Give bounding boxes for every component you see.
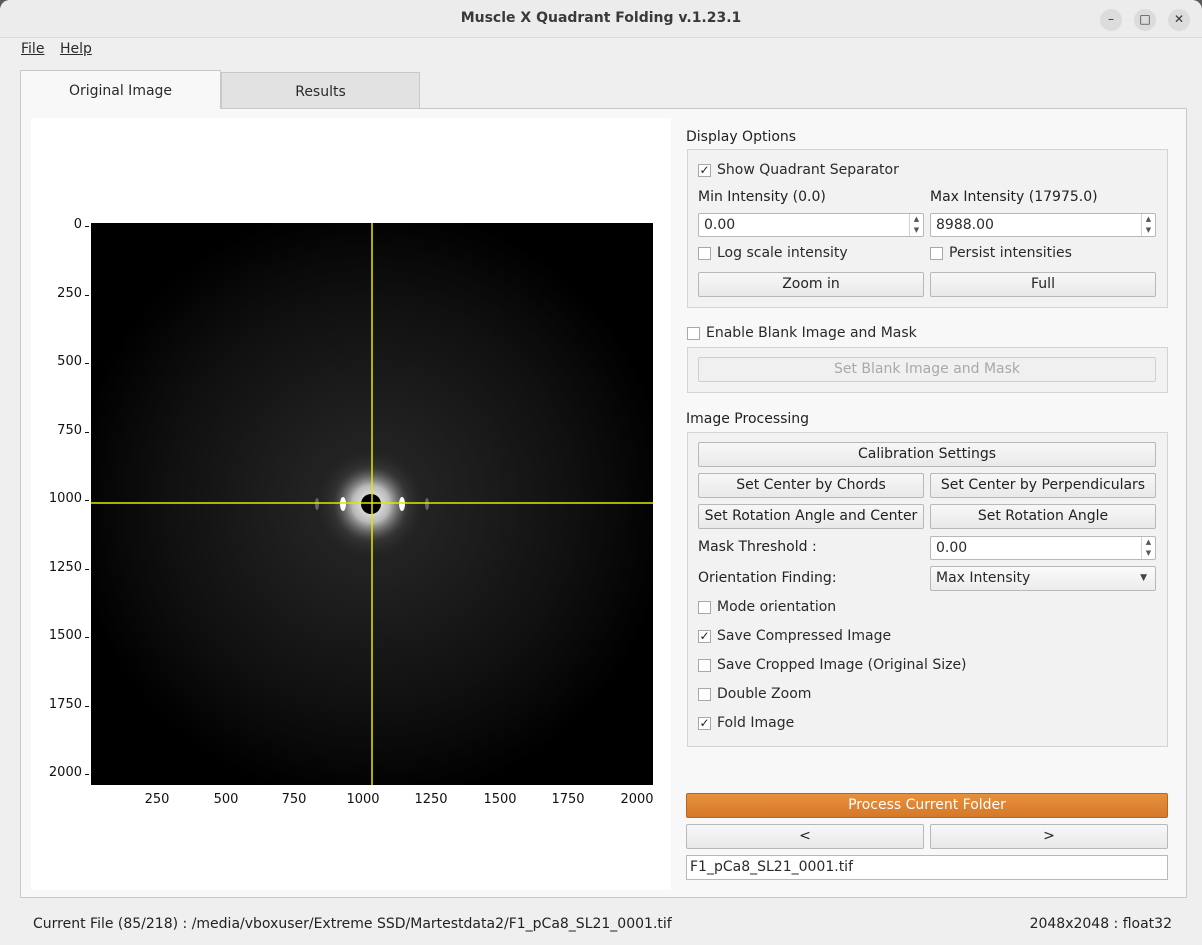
image-dimensions-status: 2048x2048 : float32 <box>1029 916 1172 932</box>
previous-button[interactable]: < <box>686 824 924 849</box>
diffraction-image[interactable] <box>91 223 653 785</box>
max-intensity-label: Max Intensity (17975.0) <box>930 189 1098 205</box>
mode-orientation-checkbox[interactable]: Mode orientation <box>698 599 836 615</box>
filename-field[interactable]: F1_pCa8_SL21_0001.tif <box>686 855 1168 880</box>
reflection-left-outer <box>315 498 319 510</box>
diffraction-pattern <box>91 223 653 785</box>
spin-arrows-icon[interactable]: ▲ ▼ <box>1141 537 1155 559</box>
save-cropped-checkbox[interactable]: Save Cropped Image (Original Size) <box>698 657 967 673</box>
show-quadrant-separator-checkbox[interactable]: ✓ Show Quadrant Separator <box>698 162 899 178</box>
app-window: Muscle X Quadrant Folding v.1.23.1 – □ ✕… <box>0 0 1202 945</box>
checkbox-box[interactable] <box>698 658 711 672</box>
title-bar: Muscle X Quadrant Folding v.1.23.1 – □ ✕ <box>0 0 1202 38</box>
process-current-folder-button[interactable]: Process Current Folder <box>686 793 1168 818</box>
orientation-finding-label: Orientation Finding: <box>698 570 837 586</box>
max-intensity-spinbox[interactable]: 8988.00 ▲ ▼ <box>930 213 1156 237</box>
tab-results[interactable]: Results <box>221 72 420 108</box>
y-tick: 0 <box>30 217 89 232</box>
spin-arrows-icon[interactable]: ▲ ▼ <box>1141 214 1155 236</box>
next-button[interactable]: > <box>930 824 1168 849</box>
enable-blank-checkbox[interactable]: Enable Blank Image and Mask <box>687 325 917 341</box>
x-tick: 1750 <box>551 792 585 807</box>
double-zoom-checkbox[interactable]: Double Zoom <box>698 686 811 702</box>
x-tick: 1000 <box>346 792 380 807</box>
y-tick: 1000 <box>30 491 89 506</box>
chevron-down-icon: ▼ <box>1140 573 1147 583</box>
checkbox-box[interactable] <box>698 246 711 260</box>
y-tick: 1750 <box>30 697 89 712</box>
menu-help[interactable]: Help <box>60 41 92 57</box>
x-tick: 1250 <box>414 792 448 807</box>
save-compressed-checkbox[interactable]: ✓ Save Compressed Image <box>698 628 891 644</box>
rotation-angle-center-button[interactable]: Set Rotation Angle and Center <box>698 504 924 529</box>
set-blank-image-button[interactable]: Set Blank Image and Mask <box>698 357 1156 382</box>
image-processing-title: Image Processing <box>686 411 810 427</box>
tab-original-image[interactable]: Original Image <box>20 70 221 109</box>
current-file-status: Current File (85/218) : /media/vboxuser/… <box>33 916 672 932</box>
x-tick: 1500 <box>483 792 517 807</box>
minimize-icon[interactable]: – <box>1100 9 1122 31</box>
mask-threshold-label: Mask Threshold : <box>698 539 817 555</box>
checkbox-box[interactable]: ✓ <box>698 163 711 177</box>
center-chords-button[interactable]: Set Center by Chords <box>698 473 924 498</box>
fold-image-checkbox[interactable]: ✓ Fold Image <box>698 715 794 731</box>
checkbox-box[interactable]: ✓ <box>698 716 711 730</box>
full-button[interactable]: Full <box>930 272 1156 297</box>
menu-file[interactable]: File <box>21 41 44 57</box>
x-tick: 2000 <box>620 792 654 807</box>
log-scale-checkbox[interactable]: Log scale intensity <box>698 245 848 261</box>
x-tick: 500 <box>213 792 239 807</box>
checkbox-box[interactable]: ✓ <box>698 629 711 643</box>
reflection-left-inner <box>340 497 346 511</box>
display-options-title: Display Options <box>686 129 797 145</box>
status-bar: Current File (85/218) : /media/vboxuser/… <box>0 905 1202 945</box>
checkbox-box[interactable] <box>687 326 700 340</box>
maximize-icon[interactable]: □ <box>1134 9 1156 31</box>
close-icon[interactable]: ✕ <box>1168 9 1190 31</box>
min-intensity-spinbox[interactable]: 0.00 ▲ ▼ <box>698 213 924 237</box>
rotation-angle-button[interactable]: Set Rotation Angle <box>930 504 1156 529</box>
reflection-right-outer <box>425 498 429 510</box>
orientation-finding-select[interactable]: Max Intensity ▼ <box>930 566 1156 591</box>
mask-threshold-spinbox[interactable]: 0.00 ▲ ▼ <box>930 536 1156 560</box>
checkbox-box[interactable] <box>698 687 711 701</box>
beamstop <box>361 494 381 514</box>
y-tick: 1250 <box>30 560 89 575</box>
center-perpendiculars-button[interactable]: Set Center by Perpendiculars <box>930 473 1156 498</box>
y-tick: 250 <box>30 286 89 301</box>
calibration-settings-button[interactable]: Calibration Settings <box>698 442 1156 467</box>
y-tick: 2000 <box>30 765 89 780</box>
min-intensity-label: Min Intensity (0.0) <box>698 189 826 205</box>
x-tick: 250 <box>144 792 170 807</box>
zoom-in-button[interactable]: Zoom in <box>698 272 924 297</box>
checkbox-box[interactable] <box>698 600 711 614</box>
y-tick: 500 <box>30 354 89 369</box>
x-tick: 750 <box>281 792 307 807</box>
y-tick: 750 <box>30 423 89 438</box>
checkbox-box[interactable] <box>930 246 943 260</box>
menu-bar: File Help <box>0 38 1202 62</box>
persist-intensities-checkbox[interactable]: Persist intensities <box>930 245 1072 261</box>
spin-arrows-icon[interactable]: ▲ ▼ <box>909 214 923 236</box>
window-title: Muscle X Quadrant Folding v.1.23.1 <box>460 10 742 26</box>
y-tick: 1500 <box>30 628 89 643</box>
reflection-right-inner <box>399 497 405 511</box>
